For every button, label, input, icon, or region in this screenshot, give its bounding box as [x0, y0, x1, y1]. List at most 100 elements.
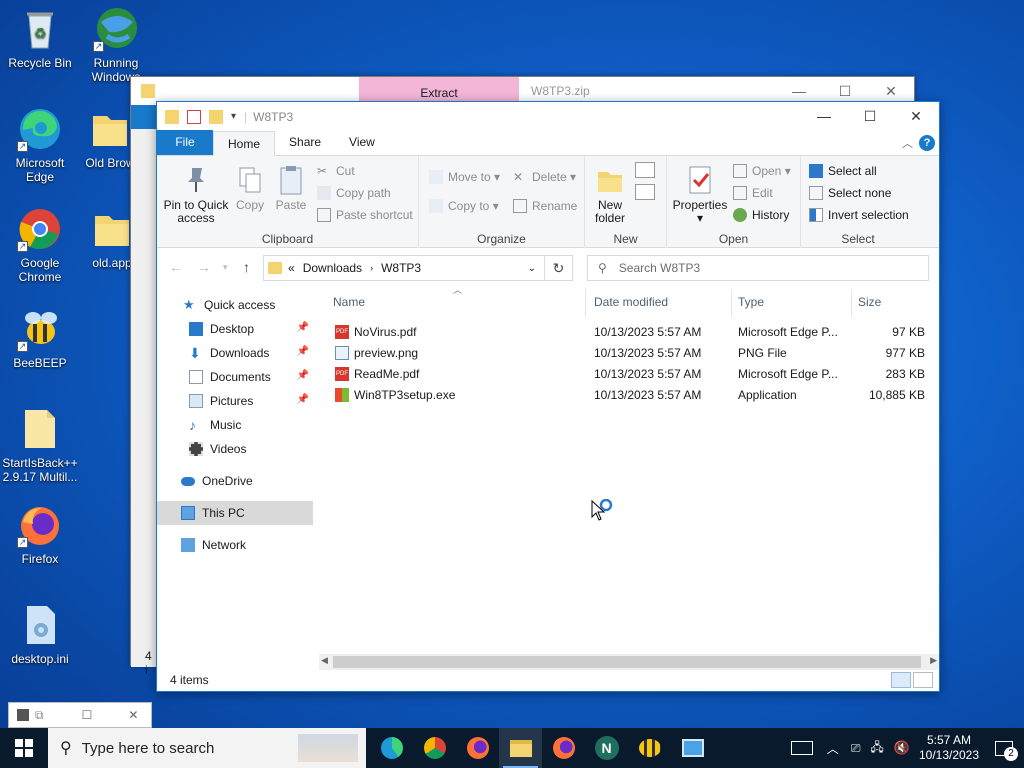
zip-file-tab[interactable] [131, 105, 157, 129]
mini-window[interactable]: ⧉ ☐ ✕ [8, 702, 152, 728]
paste-button[interactable]: Paste [271, 164, 311, 212]
new-folder-button[interactable]: New folder [589, 164, 631, 225]
nav-network[interactable]: Network [157, 533, 313, 557]
address-overflow[interactable]: « [288, 261, 295, 275]
mini-maximize-icon[interactable]: ☐ [82, 708, 93, 722]
tab-view[interactable]: View [335, 130, 389, 155]
address-bar[interactable]: « Downloads › W8TP3 ⌄ [263, 255, 545, 281]
explorer-window[interactable]: ▾ | W8TP3 — ☐ ✕ File Home Share View ︿ ?… [156, 101, 940, 692]
close-button[interactable]: ✕ [893, 102, 939, 131]
new-folder-icon[interactable] [209, 109, 223, 124]
collapse-ribbon-chevron-icon[interactable]: ︿ [902, 135, 913, 151]
back-arrow-icon[interactable]: ← [169, 259, 183, 275]
nav-pictures[interactable]: Pictures 📌 [157, 389, 313, 413]
nav-downloads[interactable]: ⬇ Downloads 📌 [157, 341, 313, 365]
file-row[interactable]: Win8TP3setup.exe 10/13/2023 5:57 AM Appl… [327, 384, 933, 405]
refresh-button[interactable]: ↻ [545, 255, 573, 281]
column-header-size[interactable]: Size [858, 295, 881, 311]
copy-path-button[interactable]: Copy path [317, 186, 391, 200]
mini-restore-icon[interactable]: ⧉ [35, 708, 44, 723]
easy-access-icon[interactable] [635, 184, 655, 200]
taskbar-search-input[interactable]: ⚲ Type here to search [48, 728, 366, 768]
properties-button[interactable]: Properties ▾ [671, 164, 729, 225]
pin-icon[interactable]: 📌 [297, 394, 309, 405]
desktop-icon-startisback[interactable]: StartIsBack++ 2.9.17 Multil... [0, 406, 80, 484]
search-input[interactable]: ⚲ Search W8TP3 [587, 255, 929, 281]
meet-now-icon[interactable]: ⎚ [851, 741, 861, 756]
up-arrow-icon[interactable]: ↑ [243, 259, 250, 275]
desktop-icon-desktop-ini[interactable]: desktop.ini [0, 602, 80, 666]
start-button[interactable] [0, 728, 48, 768]
maximize-button[interactable]: ☐ [847, 102, 893, 131]
column-header-name[interactable]: Name [333, 295, 365, 311]
taskbar-firefox-2[interactable] [542, 728, 585, 768]
help-icon[interactable]: ? [919, 135, 935, 151]
edit-button[interactable]: Edit [733, 186, 773, 200]
desktop-icon-edge[interactable]: ↗ Microsoft Edge [0, 106, 80, 184]
notifications-button[interactable]: 2 [984, 728, 1024, 768]
column-header-date[interactable]: Date modified [594, 295, 668, 311]
cut-button[interactable]: ✂ Cut [317, 164, 355, 178]
copy-to-button[interactable]: Copy to ▾ [429, 199, 499, 213]
taskbar-chrome[interactable] [413, 728, 456, 768]
tab-home[interactable]: Home [213, 131, 276, 156]
pin-icon[interactable]: 📌 [297, 370, 309, 381]
column-separator[interactable] [585, 289, 586, 317]
new-item-icon[interactable] [635, 162, 655, 178]
nav-videos[interactable]: Videos [157, 437, 313, 461]
nav-onedrive[interactable]: OneDrive [157, 469, 313, 493]
nav-quick-access[interactable]: ★ Quick access [157, 293, 313, 317]
move-to-button[interactable]: Move to ▾ [429, 170, 500, 184]
nav-this-pc[interactable]: This PC [157, 501, 313, 525]
show-hidden-icons-chevron-icon[interactable]: ︿ [827, 740, 839, 757]
details-view-button[interactable] [891, 672, 911, 688]
desktop-icon-running-windows[interactable]: ↗ Running Windows [76, 6, 156, 84]
address-dropdown-chevron-icon[interactable]: ⌄ [528, 263, 536, 274]
file-row[interactable]: PDF ReadMe.pdf 10/13/2023 5:57 AM Micros… [327, 363, 933, 384]
taskbar-beebeep[interactable] [628, 728, 671, 768]
scroll-left-arrow-icon[interactable]: ◀ [321, 655, 328, 666]
taskbar-edge[interactable] [370, 728, 413, 768]
tab-file[interactable]: File [157, 130, 213, 155]
file-row[interactable]: preview.png 10/13/2023 5:57 AM PNG File … [327, 342, 933, 363]
taskbar-n-app[interactable]: N [585, 728, 628, 768]
recent-locations-chevron-icon[interactable]: ▾ [223, 262, 228, 273]
rename-button[interactable]: Rename [513, 199, 577, 213]
nav-documents[interactable]: Documents 📌 [157, 365, 313, 389]
horizontal-scrollbar[interactable]: ◀ ▶ [319, 654, 939, 670]
mini-close-icon[interactable]: ✕ [128, 708, 138, 722]
invert-selection-button[interactable]: Invert selection [809, 208, 909, 222]
select-none-button[interactable]: Select none [809, 186, 891, 200]
file-row[interactable]: PDF NoVirus.pdf 10/13/2023 5:57 AM Micro… [327, 321, 933, 342]
desktop-icon-beebeep[interactable]: ↗ BeeBEEP [0, 306, 80, 370]
desktop-icon-firefox[interactable]: ↗ Firefox [0, 502, 80, 566]
scroll-right-arrow-icon[interactable]: ▶ [930, 655, 937, 666]
keyboard-icon[interactable] [790, 741, 813, 755]
nav-desktop[interactable]: Desktop 📌 [157, 317, 313, 341]
taskbar-firefox[interactable] [456, 728, 499, 768]
minimize-button[interactable]: — [801, 102, 847, 131]
column-header-type[interactable]: Type [738, 295, 764, 311]
network-status-icon[interactable]: 🖧 [870, 738, 883, 759]
taskbar-control-panel[interactable] [671, 728, 714, 768]
customize-qa-chevron-icon[interactable]: ▾ [231, 111, 236, 122]
history-button[interactable]: History [733, 208, 789, 222]
column-separator[interactable] [731, 289, 732, 317]
large-icons-view-button[interactable] [913, 672, 933, 688]
properties-icon[interactable] [187, 109, 201, 124]
sort-ascending-icon[interactable]: ︿ [453, 283, 462, 296]
open-button[interactable]: Open ▾ [733, 164, 791, 178]
select-all-button[interactable]: Select all [809, 164, 877, 178]
scrollbar-thumb[interactable] [333, 656, 921, 668]
volume-muted-icon[interactable]: 🔇 [894, 740, 910, 756]
pin-icon[interactable]: 📌 [297, 322, 309, 333]
desktop-icon-recycle-bin[interactable]: ♻ Recycle Bin [0, 6, 80, 70]
breadcrumb-downloads[interactable]: Downloads [303, 261, 362, 275]
desktop-icon-chrome[interactable]: ↗ Google Chrome [0, 206, 80, 284]
column-separator[interactable] [851, 289, 852, 317]
tab-share[interactable]: Share [275, 130, 335, 155]
breadcrumb-w8tp3[interactable]: W8TP3 [381, 261, 421, 275]
forward-arrow-icon[interactable]: → [197, 259, 211, 275]
copy-button[interactable]: Copy [233, 164, 267, 212]
paste-shortcut-button[interactable]: Paste shortcut [317, 208, 413, 222]
